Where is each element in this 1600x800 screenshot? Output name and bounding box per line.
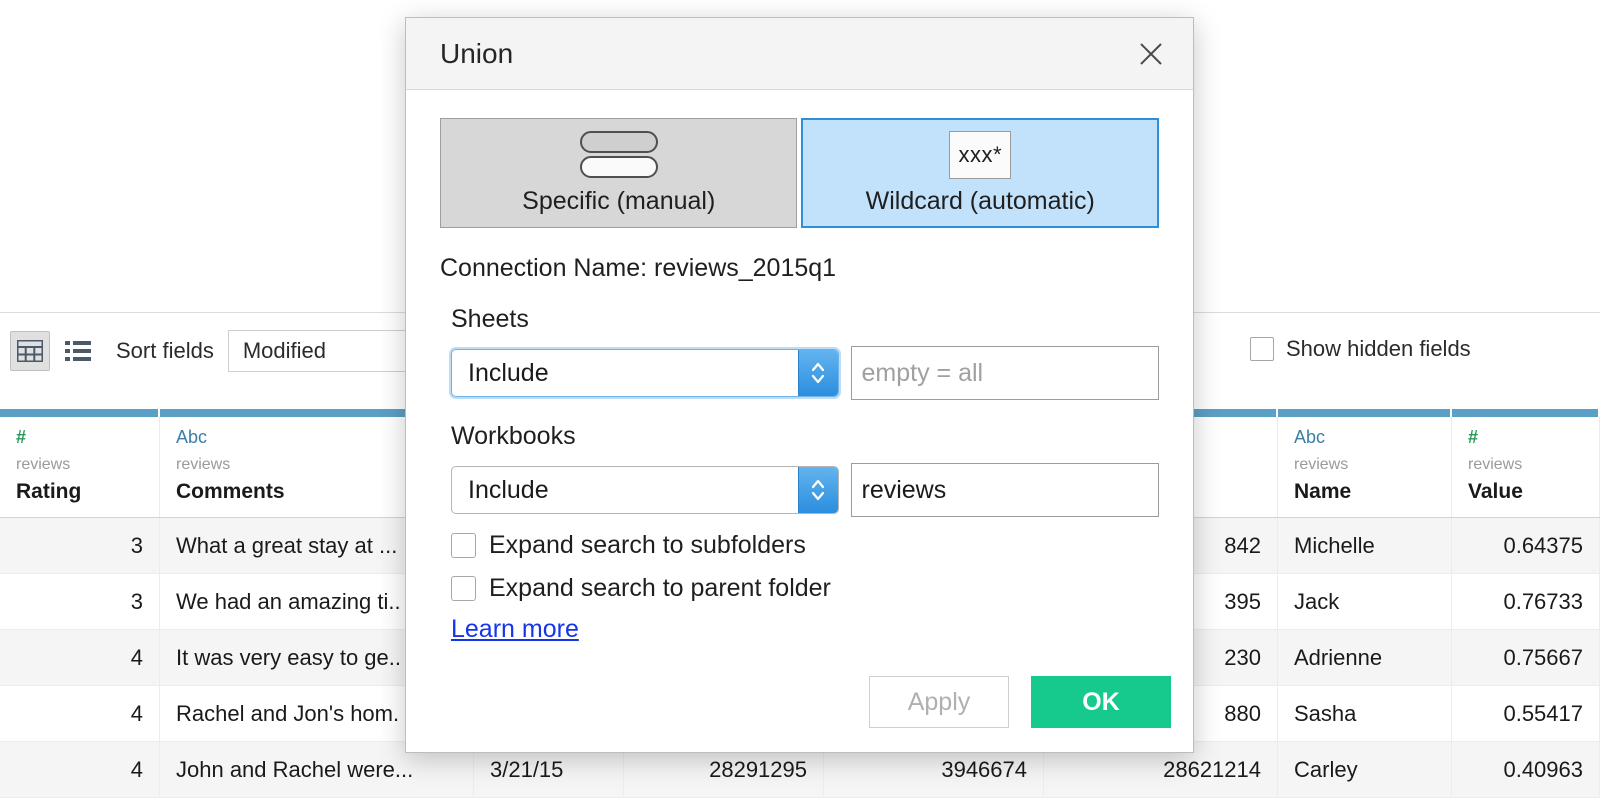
workbooks-pattern-input[interactable]: reviews — [851, 463, 1160, 517]
expand-subfolders-label: Expand search to subfolders — [489, 531, 806, 560]
workbooks-mode-value: Include — [468, 476, 549, 505]
table-cell: 0.55417 — [1452, 686, 1600, 741]
sheets-pattern-input[interactable]: empty = all — [851, 346, 1160, 400]
sheets-controls-row: Include empty = all — [451, 346, 1159, 400]
wildcard-xxx-icon: xxx* — [949, 131, 1011, 179]
close-icon[interactable] — [1131, 34, 1171, 74]
table-cell: 3 — [0, 574, 160, 629]
learn-more-link[interactable]: Learn more — [451, 615, 579, 644]
tab-specific-manual-label: Specific (manual) — [522, 187, 715, 216]
grid-column-name: Value — [1468, 479, 1583, 505]
table-cell: 4 — [0, 630, 160, 685]
ok-button[interactable]: OK — [1031, 676, 1171, 728]
tab-wildcard-automatic[interactable]: xxx* Wildcard (automatic) — [801, 118, 1159, 228]
grid-column-name: Rating — [16, 479, 143, 505]
grid-column-source: reviews — [1468, 454, 1583, 476]
sheets-mode-stepper-icon[interactable] — [798, 350, 838, 396]
tab-wildcard-automatic-label: Wildcard (automatic) — [866, 187, 1095, 216]
grid-column-strip-segment — [0, 409, 160, 417]
sort-fields-value: Modified — [243, 338, 326, 364]
grid-column-name: Name — [1294, 479, 1435, 505]
connection-name: Connection Name: reviews_2015q1 — [440, 254, 1159, 283]
grid-column-strip-segment — [1278, 409, 1452, 417]
sort-fields-label: Sort fields — [116, 338, 214, 364]
union-mode-tabs: Specific (manual) xxx* Wildcard (automat… — [440, 118, 1159, 228]
sheets-mode-select[interactable]: Include — [451, 349, 839, 397]
table-cell: 4 — [0, 686, 160, 741]
stacked-rows-icon — [580, 131, 658, 179]
grid-column-source: reviews — [16, 454, 143, 476]
sort-fields-select[interactable]: Modified — [228, 330, 408, 372]
grid-column-header[interactable]: # reviews Rating — [0, 417, 160, 517]
dialog-body: Specific (manual) xxx* Wildcard (automat… — [406, 90, 1193, 752]
sheets-mode-value: Include — [468, 359, 549, 388]
number-type-icon: # — [1468, 426, 1583, 450]
grid-column-header[interactable]: # reviews Value — [1452, 417, 1600, 517]
table-cell: 3 — [0, 518, 160, 573]
sheets-section-label: Sheets — [451, 305, 1159, 334]
table-cell: Jack — [1278, 574, 1452, 629]
expand-subfolders-box[interactable] — [451, 533, 476, 558]
table-cell: Michelle — [1278, 518, 1452, 573]
workbooks-controls-row: Include reviews — [451, 463, 1159, 517]
table-cell: Sasha — [1278, 686, 1452, 741]
table-cell: 0.75667 — [1452, 630, 1600, 685]
table-cell: 0.64375 — [1452, 518, 1600, 573]
wildcard-icon-text: xxx* — [958, 142, 1002, 168]
table-cell: 0.40963 — [1452, 742, 1600, 797]
show-hidden-fields-label: Show hidden fields — [1286, 336, 1471, 362]
grid-column-header[interactable]: Abc reviews Name — [1278, 417, 1452, 517]
grid-column-strip-segment — [1452, 409, 1600, 417]
show-hidden-fields-checkbox[interactable]: Show hidden fields — [1250, 336, 1471, 362]
workbooks-mode-select[interactable]: Include — [451, 466, 839, 514]
number-type-icon: # — [16, 426, 143, 450]
table-cell: 0.76733 — [1452, 574, 1600, 629]
union-dialog: Union Specific (manual) xxx* Wildcard ( — [405, 17, 1194, 753]
table-grid-icon[interactable] — [10, 331, 50, 371]
grid-column-source: reviews — [1294, 454, 1435, 476]
tab-specific-manual[interactable]: Specific (manual) — [440, 118, 797, 228]
table-cell: Adrienne — [1278, 630, 1452, 685]
expand-parent-folder-label: Expand search to parent folder — [489, 574, 831, 603]
workbooks-section-label: Workbooks — [451, 422, 1159, 451]
show-hidden-fields-box[interactable] — [1250, 337, 1274, 361]
dialog-title: Union — [440, 38, 1131, 70]
sheets-pattern-text: empty = all — [862, 359, 984, 388]
dialog-action-buttons: Apply OK — [869, 676, 1171, 728]
expand-subfolders-checkbox[interactable]: Expand search to subfolders — [451, 531, 1159, 560]
table-cell: 4 — [0, 742, 160, 797]
table-cell: Carley — [1278, 742, 1452, 797]
expand-parent-folder-box[interactable] — [451, 576, 476, 601]
dialog-title-bar: Union — [406, 18, 1193, 90]
text-type-icon: Abc — [1294, 426, 1435, 450]
apply-button[interactable]: Apply — [869, 676, 1009, 728]
list-view-icon[interactable] — [58, 331, 98, 371]
workbooks-mode-stepper-icon[interactable] — [798, 467, 838, 513]
expand-parent-folder-checkbox[interactable]: Expand search to parent folder — [451, 574, 1159, 603]
workbooks-pattern-text: reviews — [862, 476, 947, 505]
